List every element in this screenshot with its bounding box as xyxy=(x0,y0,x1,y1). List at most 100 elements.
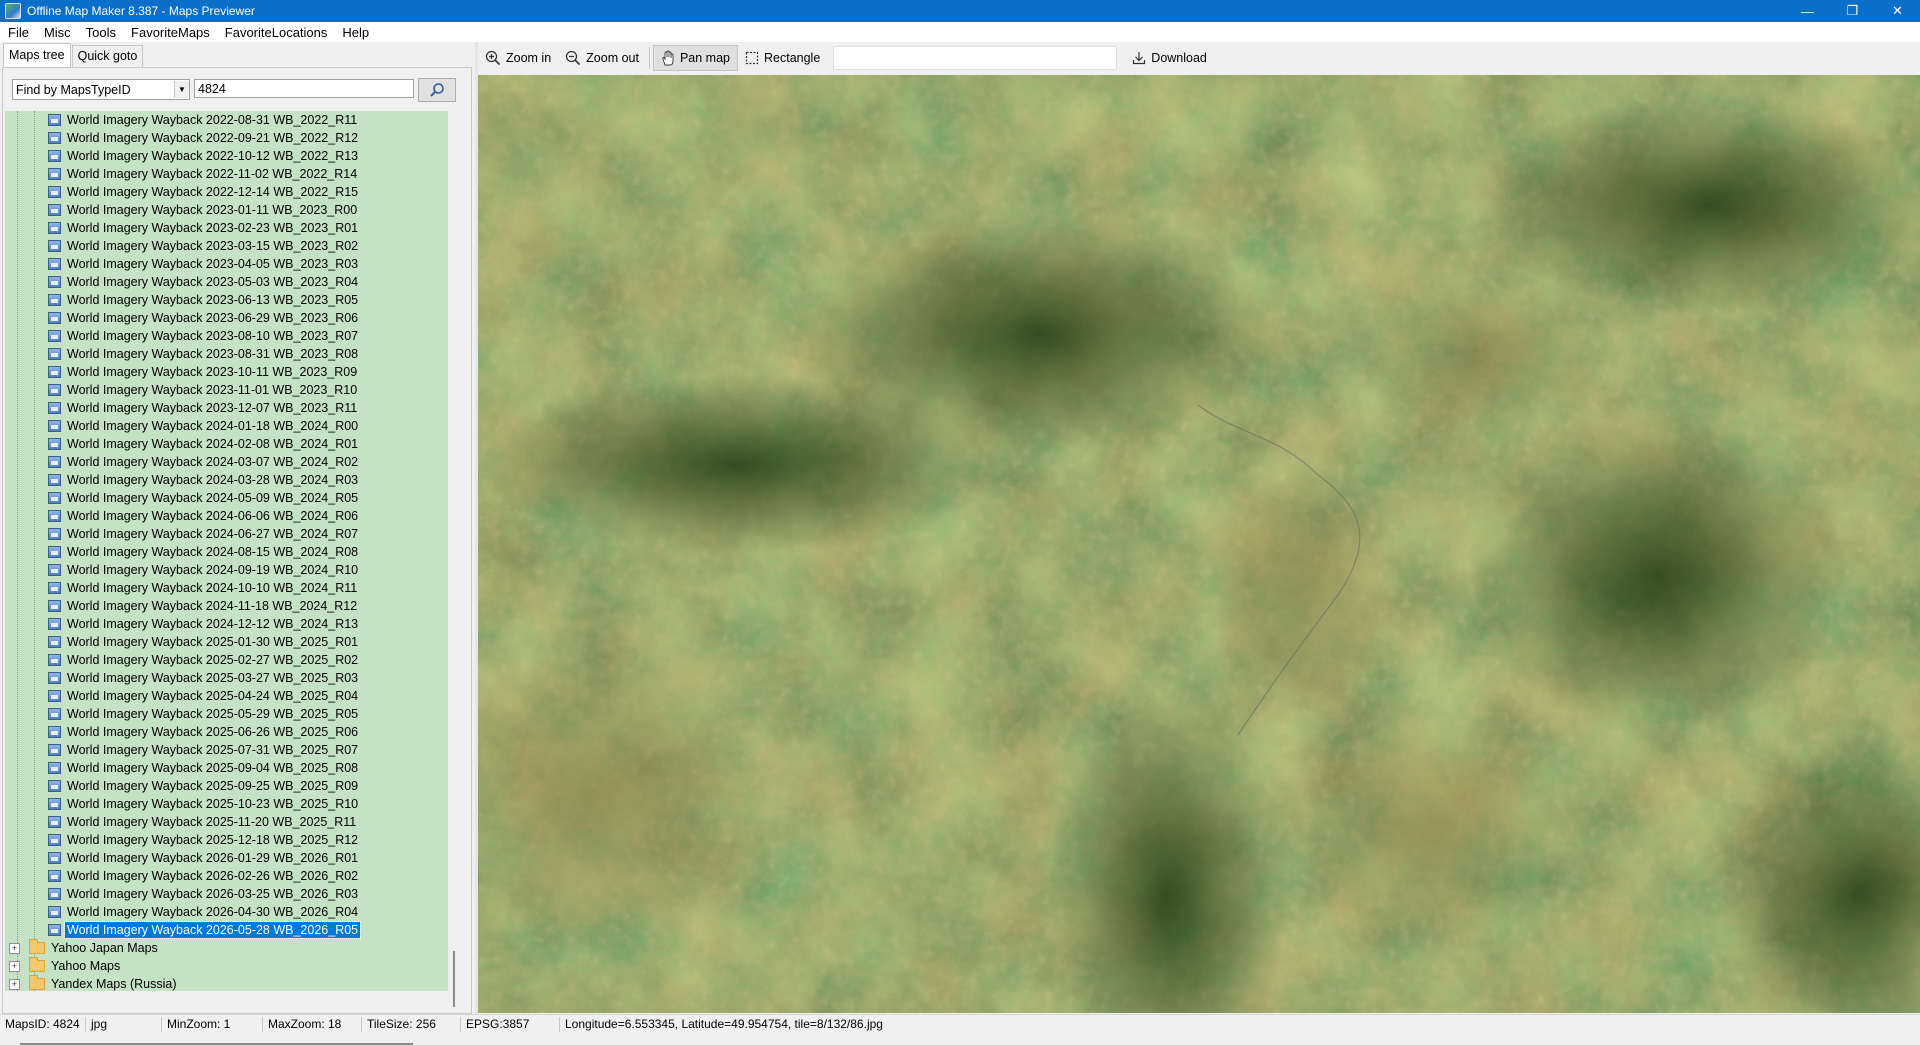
expand-plus-icon[interactable]: + xyxy=(9,978,20,990)
map-view[interactable] xyxy=(478,75,1920,1013)
tree-item-label: World Imagery Wayback 2026-04-30 WB_2026… xyxy=(67,905,359,919)
tree-item-label: World Imagery Wayback 2024-05-09 WB_2024… xyxy=(67,491,359,505)
tree-map-item[interactable]: World Imagery Wayback 2025-01-30 WB_2025… xyxy=(5,633,360,651)
tree-map-item[interactable]: World Imagery Wayback 2023-06-29 WB_2023… xyxy=(5,309,360,327)
tree-folder-item[interactable]: + Yandex Maps (Russia) xyxy=(5,975,179,991)
tree-map-item[interactable]: World Imagery Wayback 2026-04-30 WB_2026… xyxy=(5,903,360,921)
left-panel: Maps tree Quick goto Find by MapsTypeID … xyxy=(0,42,475,1045)
menu-misc[interactable]: Misc xyxy=(36,25,78,40)
tree-map-item[interactable]: World Imagery Wayback 2025-05-29 WB_2025… xyxy=(5,705,360,723)
tree-map-item[interactable]: World Imagery Wayback 2024-10-10 WB_2024… xyxy=(5,579,359,597)
tree-map-item[interactable]: World Imagery Wayback 2025-10-23 WB_2025… xyxy=(5,795,360,813)
download-button[interactable]: Download xyxy=(1125,45,1214,71)
maps-tree[interactable]: World Imagery Wayback 2022-08-31 WB_2022… xyxy=(5,111,448,991)
map-layer-icon xyxy=(48,258,61,270)
tree-item-label: World Imagery Wayback 2025-06-26 WB_2025… xyxy=(67,725,359,739)
zoom-out-label: Zoom out xyxy=(586,51,639,65)
tree-map-item[interactable]: World Imagery Wayback 2024-03-28 WB_2024… xyxy=(5,471,360,489)
tree-item-label: World Imagery Wayback 2026-03-25 WB_2026… xyxy=(67,887,359,901)
tree-map-item[interactable]: World Imagery Wayback 2022-12-14 WB_2022… xyxy=(5,183,360,201)
tree-folder-item[interactable]: + Yahoo Japan Maps xyxy=(5,939,160,957)
find-mode-select[interactable]: Find by MapsTypeID ▼ xyxy=(12,79,190,100)
tree-map-item[interactable]: World Imagery Wayback 2025-09-25 WB_2025… xyxy=(5,777,360,795)
tree-map-item[interactable]: World Imagery Wayback 2023-10-11 WB_2023… xyxy=(5,363,359,381)
tree-item-label: World Imagery Wayback 2022-09-21 WB_2022… xyxy=(67,131,359,145)
tree-map-item[interactable]: World Imagery Wayback 2023-05-03 WB_2023… xyxy=(5,273,360,291)
tree-map-item[interactable]: World Imagery Wayback 2022-08-31 WB_2022… xyxy=(5,111,359,129)
tab-quick-goto[interactable]: Quick goto xyxy=(71,45,144,67)
tree-map-item[interactable]: World Imagery Wayback 2026-05-28 WB_2026… xyxy=(5,921,362,939)
tree-map-item[interactable]: World Imagery Wayback 2023-08-10 WB_2023… xyxy=(5,327,360,345)
tree-map-item[interactable]: World Imagery Wayback 2024-08-15 WB_2024… xyxy=(5,543,360,561)
vertical-scroll-thumb[interactable] xyxy=(453,951,455,1007)
tree-map-item[interactable]: World Imagery Wayback 2024-03-07 WB_2024… xyxy=(5,453,360,471)
zoom-out-button[interactable]: Zoom out xyxy=(558,45,646,71)
map-layer-icon xyxy=(48,690,61,702)
tree-map-item[interactable]: World Imagery Wayback 2025-11-20 WB_2025… xyxy=(5,813,358,831)
tree-map-item[interactable]: World Imagery Wayback 2022-10-12 WB_2022… xyxy=(5,147,360,165)
map-layer-icon xyxy=(48,222,61,234)
tree-map-item[interactable]: World Imagery Wayback 2025-06-26 WB_2025… xyxy=(5,723,360,741)
tree-map-item[interactable]: World Imagery Wayback 2025-03-27 WB_2025… xyxy=(5,669,360,687)
tree-item-label: World Imagery Wayback 2023-06-29 WB_2023… xyxy=(67,311,359,325)
tree-map-item[interactable]: World Imagery Wayback 2024-01-18 WB_2024… xyxy=(5,417,360,435)
tree-item-label: World Imagery Wayback 2024-06-06 WB_2024… xyxy=(67,509,359,523)
tree-map-item[interactable]: World Imagery Wayback 2023-06-13 WB_2023… xyxy=(5,291,360,309)
tree-item-label: World Imagery Wayback 2024-09-19 WB_2024… xyxy=(67,563,359,577)
menu-favorite-locations[interactable]: FavoriteLocations xyxy=(217,25,335,40)
tree-item-label: World Imagery Wayback 2022-08-31 WB_2022… xyxy=(67,113,358,127)
expand-plus-icon[interactable]: + xyxy=(9,960,20,972)
tree-vertical-scrollbar[interactable] xyxy=(448,111,465,1007)
search-button[interactable] xyxy=(418,78,456,102)
menu-help[interactable]: Help xyxy=(334,25,376,40)
map-layer-icon xyxy=(48,708,61,720)
menu-tools[interactable]: Tools xyxy=(78,25,123,40)
tab-maps-tree[interactable]: Maps tree xyxy=(3,43,71,67)
minimize-button[interactable]: — xyxy=(1785,0,1830,22)
expand-plus-icon[interactable]: + xyxy=(9,942,20,954)
tree-map-item[interactable]: World Imagery Wayback 2026-01-29 WB_2026… xyxy=(5,849,360,867)
tree-map-item[interactable]: World Imagery Wayback 2023-12-07 WB_2023… xyxy=(5,399,359,417)
close-button[interactable]: ✕ xyxy=(1875,0,1920,22)
pan-map-button[interactable]: Pan map xyxy=(652,45,738,71)
tree-folder-item[interactable]: + Yahoo Maps xyxy=(5,957,122,975)
tree-item-label: World Imagery Wayback 2025-01-30 WB_2025… xyxy=(67,635,359,649)
tree-map-item[interactable]: World Imagery Wayback 2022-11-02 WB_2022… xyxy=(5,165,359,183)
tree-map-item[interactable]: World Imagery Wayback 2025-04-24 WB_2025… xyxy=(5,687,360,705)
tree-map-item[interactable]: World Imagery Wayback 2024-06-06 WB_2024… xyxy=(5,507,360,525)
tree-map-item[interactable]: World Imagery Wayback 2026-03-25 WB_2026… xyxy=(5,885,360,903)
menu-favorite-maps[interactable]: FavoriteMaps xyxy=(123,25,217,40)
tree-map-item[interactable]: World Imagery Wayback 2026-02-26 WB_2026… xyxy=(5,867,360,885)
tree-map-item[interactable]: World Imagery Wayback 2023-03-15 WB_2023… xyxy=(5,237,360,255)
tree-map-item[interactable]: World Imagery Wayback 2024-09-19 WB_2024… xyxy=(5,561,360,579)
tree-map-item[interactable]: World Imagery Wayback 2025-12-18 WB_2025… xyxy=(5,831,360,849)
rectangle-button[interactable]: Rectangle xyxy=(738,45,827,71)
tree-map-item[interactable]: World Imagery Wayback 2023-11-01 WB_2023… xyxy=(5,381,359,399)
tree-map-item[interactable]: World Imagery Wayback 2024-12-12 WB_2024… xyxy=(5,615,360,633)
map-url-field[interactable] xyxy=(833,46,1118,70)
tree-item-label: World Imagery Wayback 2022-10-12 WB_2022… xyxy=(67,149,359,163)
tree-item-label: World Imagery Wayback 2025-04-24 WB_2025… xyxy=(67,689,359,703)
tree-map-item[interactable]: World Imagery Wayback 2023-08-31 WB_2023… xyxy=(5,345,360,363)
tree-map-item[interactable]: World Imagery Wayback 2023-04-05 WB_2023… xyxy=(5,255,360,273)
tree-map-item[interactable]: World Imagery Wayback 2025-09-04 WB_2025… xyxy=(5,759,360,777)
tree-map-item[interactable]: World Imagery Wayback 2025-02-27 WB_2025… xyxy=(5,651,360,669)
status-tile-size: TileSize: 256 xyxy=(362,1016,461,1032)
tree-map-item[interactable]: World Imagery Wayback 2024-05-09 WB_2024… xyxy=(5,489,360,507)
tree-map-item[interactable]: World Imagery Wayback 2024-06-27 WB_2024… xyxy=(5,525,360,543)
zoom-in-button[interactable]: Zoom in xyxy=(478,45,558,71)
tree-map-item[interactable]: World Imagery Wayback 2023-01-11 WB_2023… xyxy=(5,201,359,219)
map-layer-icon xyxy=(48,726,61,738)
tree-map-item[interactable]: World Imagery Wayback 2024-02-08 WB_2024… xyxy=(5,435,360,453)
map-layer-icon xyxy=(48,780,61,792)
tree-item-label: World Imagery Wayback 2023-11-01 WB_2023… xyxy=(67,383,358,397)
tree-map-item[interactable]: World Imagery Wayback 2023-02-23 WB_2023… xyxy=(5,219,360,237)
menu-file[interactable]: File xyxy=(0,25,36,40)
maximize-button[interactable]: ❐ xyxy=(1830,0,1875,22)
search-input[interactable] xyxy=(194,79,414,98)
chevron-down-icon[interactable]: ▼ xyxy=(174,81,189,98)
tree-item-label: World Imagery Wayback 2025-09-25 WB_2025… xyxy=(67,779,359,793)
tree-map-item[interactable]: World Imagery Wayback 2025-07-31 WB_2025… xyxy=(5,741,360,759)
tree-map-item[interactable]: World Imagery Wayback 2024-11-18 WB_2024… xyxy=(5,597,359,615)
tree-map-item[interactable]: World Imagery Wayback 2022-09-21 WB_2022… xyxy=(5,129,360,147)
